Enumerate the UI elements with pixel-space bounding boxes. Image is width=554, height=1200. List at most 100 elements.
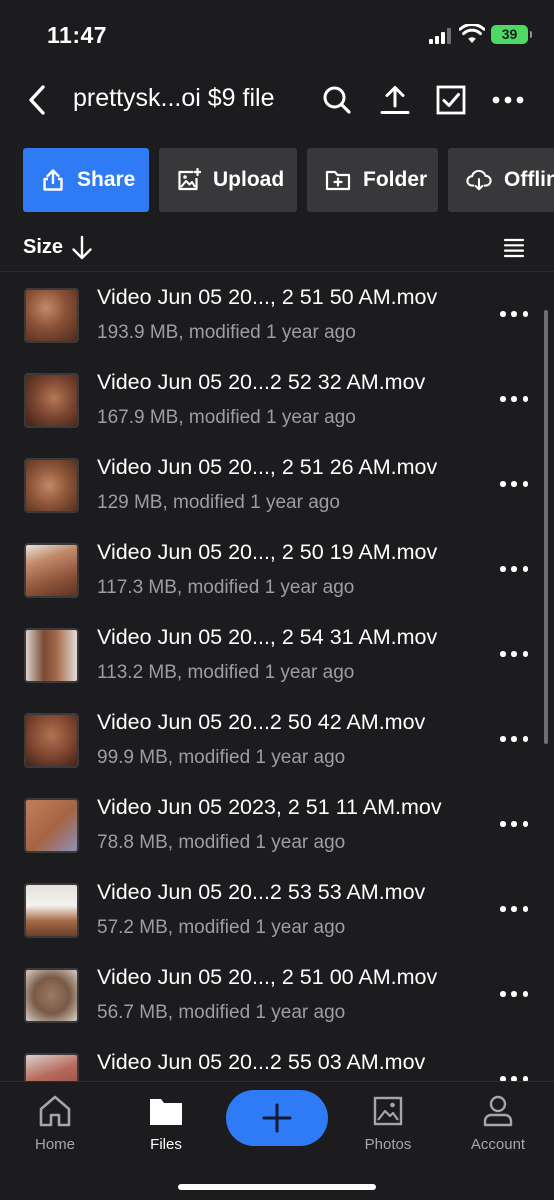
dot [511, 651, 517, 657]
nav-bar: prettysk...oi $9 file [0, 72, 554, 128]
file-row[interactable]: Video Jun 05 20...2 55 03 AM.mov [0, 1038, 554, 1081]
file-more-button[interactable] [500, 307, 528, 321]
file-meta: 193.9 MB, modified 1 year ago [97, 322, 356, 343]
person-icon [453, 1092, 543, 1130]
file-name: Video Jun 05 20..., 2 51 26 AM.mov [97, 455, 438, 479]
share-label: Share [77, 168, 136, 191]
file-more-button[interactable] [500, 392, 528, 406]
file-more-button[interactable] [500, 817, 528, 831]
create-button[interactable] [226, 1090, 328, 1146]
file-more-button[interactable] [500, 902, 528, 916]
file-meta: 57.2 MB, modified 1 year ago [97, 917, 346, 938]
file-name: Video Jun 05 2023, 2 51 11 AM.mov [97, 795, 442, 819]
video-thumbnail [24, 373, 79, 428]
tab-home[interactable]: Home [10, 1092, 100, 1153]
video-thumbnail [24, 543, 79, 598]
dot [522, 906, 528, 912]
upload-arrow-icon [380, 86, 410, 114]
video-thumbnail [24, 713, 79, 768]
battery-indicator: 39 [491, 25, 532, 44]
dot [511, 821, 517, 827]
sort-button[interactable]: Size [23, 236, 63, 259]
file-more-button[interactable] [500, 1072, 528, 1081]
video-thumbnail [24, 798, 79, 853]
file-more-button[interactable] [500, 732, 528, 746]
dot [500, 566, 506, 572]
file-name: Video Jun 05 20...2 50 42 AM.mov [97, 710, 426, 734]
share-icon [41, 167, 65, 193]
dot [500, 991, 506, 997]
app-screen: 11:47 39 prettysk...oi $9 file Share Upl… [0, 0, 554, 1200]
file-row[interactable]: Video Jun 05 20..., 2 51 00 AM.mov 56.7 … [0, 953, 554, 1038]
new-folder-icon [325, 167, 351, 193]
file-name: Video Jun 05 20...2 53 53 AM.mov [97, 880, 426, 904]
tab-account[interactable]: Account [453, 1092, 543, 1153]
dot [522, 311, 528, 317]
dot [500, 821, 506, 827]
dot [500, 906, 506, 912]
video-thumbnail [24, 628, 79, 683]
offline-button[interactable]: Offlin [448, 148, 554, 212]
file-more-button[interactable] [500, 647, 528, 661]
dot [511, 481, 517, 487]
file-row[interactable]: Video Jun 05 20..., 2 51 50 AM.mov 193.9… [0, 273, 554, 358]
checkbox-icon [436, 85, 466, 115]
share-button[interactable]: Share [23, 148, 149, 212]
dot [511, 311, 517, 317]
file-meta: 167.9 MB, modified 1 year ago [97, 407, 356, 428]
file-more-button[interactable] [500, 987, 528, 1001]
search-button[interactable] [318, 80, 356, 120]
scrollbar[interactable] [544, 310, 548, 744]
dot [522, 651, 528, 657]
tab-photos-label: Photos [364, 1136, 412, 1153]
file-meta: 117.3 MB, modified 1 year ago [97, 577, 355, 598]
file-row[interactable]: Video Jun 05 20...2 52 32 AM.mov 167.9 M… [0, 358, 554, 443]
status-bar: 11:47 39 [0, 0, 554, 72]
more-horizontal-icon [492, 96, 524, 104]
file-more-button[interactable] [500, 562, 528, 576]
arrow-down-icon[interactable] [70, 235, 94, 261]
photo-icon [343, 1092, 433, 1130]
file-row[interactable]: Video Jun 05 2023, 2 51 11 AM.mov 78.8 M… [0, 783, 554, 868]
search-icon [323, 86, 351, 114]
wifi-icon [459, 24, 485, 43]
offline-label: Offlin [504, 168, 554, 191]
select-button[interactable] [432, 80, 470, 120]
file-meta: 78.8 MB, modified 1 year ago [97, 832, 346, 853]
file-meta: 56.7 MB, modified 1 year ago [97, 1002, 346, 1023]
file-row[interactable]: Video Jun 05 20...2 50 42 AM.mov 99.9 MB… [0, 698, 554, 783]
file-name: Video Jun 05 20...2 55 03 AM.mov [97, 1050, 426, 1074]
dot [511, 991, 517, 997]
video-thumbnail [24, 1053, 79, 1081]
file-meta: 129 MB, modified 1 year ago [97, 492, 340, 513]
file-row[interactable]: Video Jun 05 20..., 2 54 31 AM.mov 113.2… [0, 613, 554, 698]
chevron-left-icon [29, 85, 45, 115]
file-row[interactable]: Video Jun 05 20..., 2 50 19 AM.mov 117.3… [0, 528, 554, 613]
cellular-signal-icon [429, 28, 451, 44]
more-options-button[interactable] [489, 80, 527, 120]
export-button[interactable] [376, 80, 414, 120]
file-row[interactable]: Video Jun 05 20..., 2 51 26 AM.mov 129 M… [0, 443, 554, 528]
home-icon [10, 1092, 100, 1130]
upload-button[interactable]: Upload [159, 148, 297, 212]
file-more-button[interactable] [500, 477, 528, 491]
folder-icon [121, 1092, 211, 1130]
new-folder-button[interactable]: Folder [307, 148, 438, 212]
list-view-icon[interactable] [502, 236, 526, 260]
video-thumbnail [24, 883, 79, 938]
file-meta: 113.2 MB, modified 1 year ago [97, 662, 355, 683]
file-meta: 99.9 MB, modified 1 year ago [97, 747, 346, 768]
tab-photos[interactable]: Photos [343, 1092, 433, 1153]
file-name: Video Jun 05 20..., 2 50 19 AM.mov [97, 540, 438, 564]
dot [522, 566, 528, 572]
file-row[interactable]: Video Jun 05 20...2 53 53 AM.mov 57.2 MB… [0, 868, 554, 953]
dot [511, 906, 517, 912]
dot [511, 736, 517, 742]
dot [511, 566, 517, 572]
tab-files[interactable]: Files [121, 1092, 211, 1153]
back-button[interactable] [20, 80, 54, 120]
tab-files-label: Files [150, 1136, 182, 1153]
folder-title: prettysk...oi $9 file [73, 84, 275, 112]
dot [522, 481, 528, 487]
dot [500, 651, 506, 657]
